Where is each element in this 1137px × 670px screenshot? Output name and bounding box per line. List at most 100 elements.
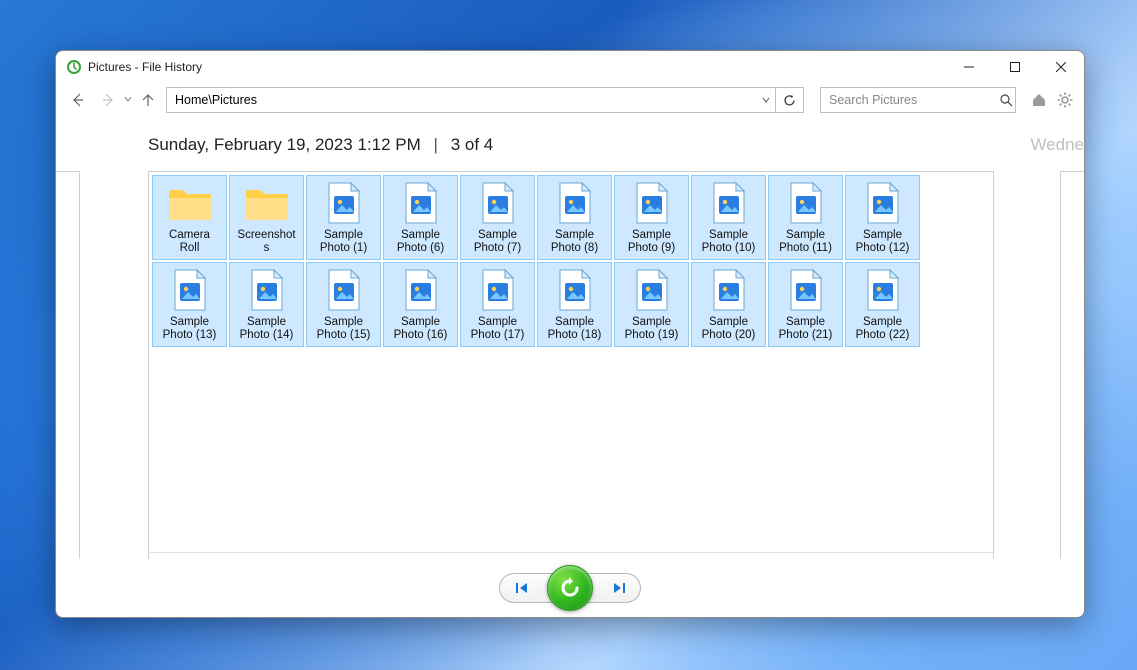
address-dropdown-icon[interactable] [757,88,775,112]
item-label: Roll [155,242,224,255]
file-item[interactable]: SamplePhoto (13) [152,262,227,347]
image-file-icon [395,268,447,312]
image-file-icon [703,268,755,312]
item-label: Sample [540,229,609,242]
refresh-button[interactable] [775,88,803,112]
item-label: Photo (14) [232,329,301,342]
status-bar: 20 items 20 items selected [149,552,993,559]
file-item[interactable]: SamplePhoto (7) [460,175,535,260]
image-file-icon [857,268,909,312]
image-file-icon [472,268,524,312]
window-title: Pictures - File History [88,60,202,74]
item-label: Sample [617,229,686,242]
restore-button[interactable] [547,565,593,611]
items-grid[interactable]: CameraRoll Screenshots SamplePhoto (1) S… [149,172,993,552]
item-label: Sample [463,316,532,329]
item-label: Sample [694,229,763,242]
file-item[interactable]: SamplePhoto (16) [383,262,458,347]
folder-icon [241,181,293,225]
file-history-window: Pictures - File History [55,50,1085,618]
image-file-icon [703,181,755,225]
home-icon[interactable] [1030,91,1048,109]
item-label: Photo (7) [463,242,532,255]
version-nav-controls [56,559,1084,617]
item-label: Sample [771,316,840,329]
item-label: Sample [694,316,763,329]
file-item[interactable]: SamplePhoto (8) [537,175,612,260]
item-label: Screenshot [232,229,301,242]
prev-pane-sliver[interactable] [56,171,80,559]
file-item[interactable]: SamplePhoto (17) [460,262,535,347]
folder-icon [164,181,216,225]
image-file-icon [626,181,678,225]
file-item[interactable]: SamplePhoto (1) [306,175,381,260]
image-file-icon [549,181,601,225]
toolbar [56,83,1084,123]
version-timestamp: Sunday, February 19, 2023 1:12 PM [148,135,421,154]
item-label: Sample [463,229,532,242]
image-file-icon [857,181,909,225]
file-item[interactable]: SamplePhoto (18) [537,262,612,347]
folder-item[interactable]: CameraRoll [152,175,227,260]
item-label: Photo (19) [617,329,686,342]
item-label: Photo (15) [309,329,378,342]
item-label: Sample [617,316,686,329]
item-label: Sample [540,316,609,329]
item-label: Sample [848,229,917,242]
item-label: Photo (9) [617,242,686,255]
image-file-icon [164,268,216,312]
image-file-icon [472,181,524,225]
item-label: Sample [155,316,224,329]
item-label: Sample [771,229,840,242]
item-label: Photo (1) [309,242,378,255]
file-item[interactable]: SamplePhoto (21) [768,262,843,347]
image-file-icon [241,268,293,312]
item-label: Sample [386,229,455,242]
app-icon [66,59,82,75]
recent-locations-icon[interactable] [124,95,132,106]
item-label: Sample [309,229,378,242]
item-label: s [232,242,301,255]
file-item[interactable]: SamplePhoto (19) [614,262,689,347]
maximize-button[interactable] [992,51,1038,83]
file-item[interactable]: SamplePhoto (20) [691,262,766,347]
titlebar[interactable]: Pictures - File History [56,51,1084,83]
next-pane-sliver[interactable] [1060,171,1084,559]
item-label: Photo (20) [694,329,763,342]
file-item[interactable]: SamplePhoto (12) [845,175,920,260]
close-button[interactable] [1038,51,1084,83]
file-item[interactable]: SamplePhoto (14) [229,262,304,347]
file-item[interactable]: SamplePhoto (9) [614,175,689,260]
address-input[interactable] [167,88,757,112]
minimize-button[interactable] [946,51,992,83]
item-label: Photo (10) [694,242,763,255]
window-controls [946,51,1084,83]
next-version-hint: Wedne [1030,135,1084,155]
file-item[interactable]: SamplePhoto (10) [691,175,766,260]
item-label: Photo (22) [848,329,917,342]
file-item[interactable]: SamplePhoto (15) [306,262,381,347]
content-area: Sunday, February 19, 2023 1:12 PM | 3 of… [56,123,1084,559]
image-file-icon [626,268,678,312]
folder-item[interactable]: Screenshots [229,175,304,260]
search-icon[interactable] [998,94,1015,107]
item-label: Photo (21) [771,329,840,342]
file-item[interactable]: SamplePhoto (11) [768,175,843,260]
image-file-icon [318,181,370,225]
image-file-icon [780,268,832,312]
version-position: 3 of 4 [451,135,494,154]
up-button[interactable] [136,88,160,112]
item-label: Sample [232,316,301,329]
back-button[interactable] [66,88,90,112]
item-label: Sample [309,316,378,329]
address-bar [166,87,804,113]
item-label: Photo (11) [771,242,840,255]
search-input[interactable] [821,93,998,107]
item-label: Photo (12) [848,242,917,255]
file-item[interactable]: SamplePhoto (22) [845,262,920,347]
forward-button[interactable] [96,88,120,112]
item-label: Photo (13) [155,329,224,342]
gear-icon[interactable] [1056,91,1074,109]
item-label: Camera [155,229,224,242]
file-item[interactable]: SamplePhoto (6) [383,175,458,260]
